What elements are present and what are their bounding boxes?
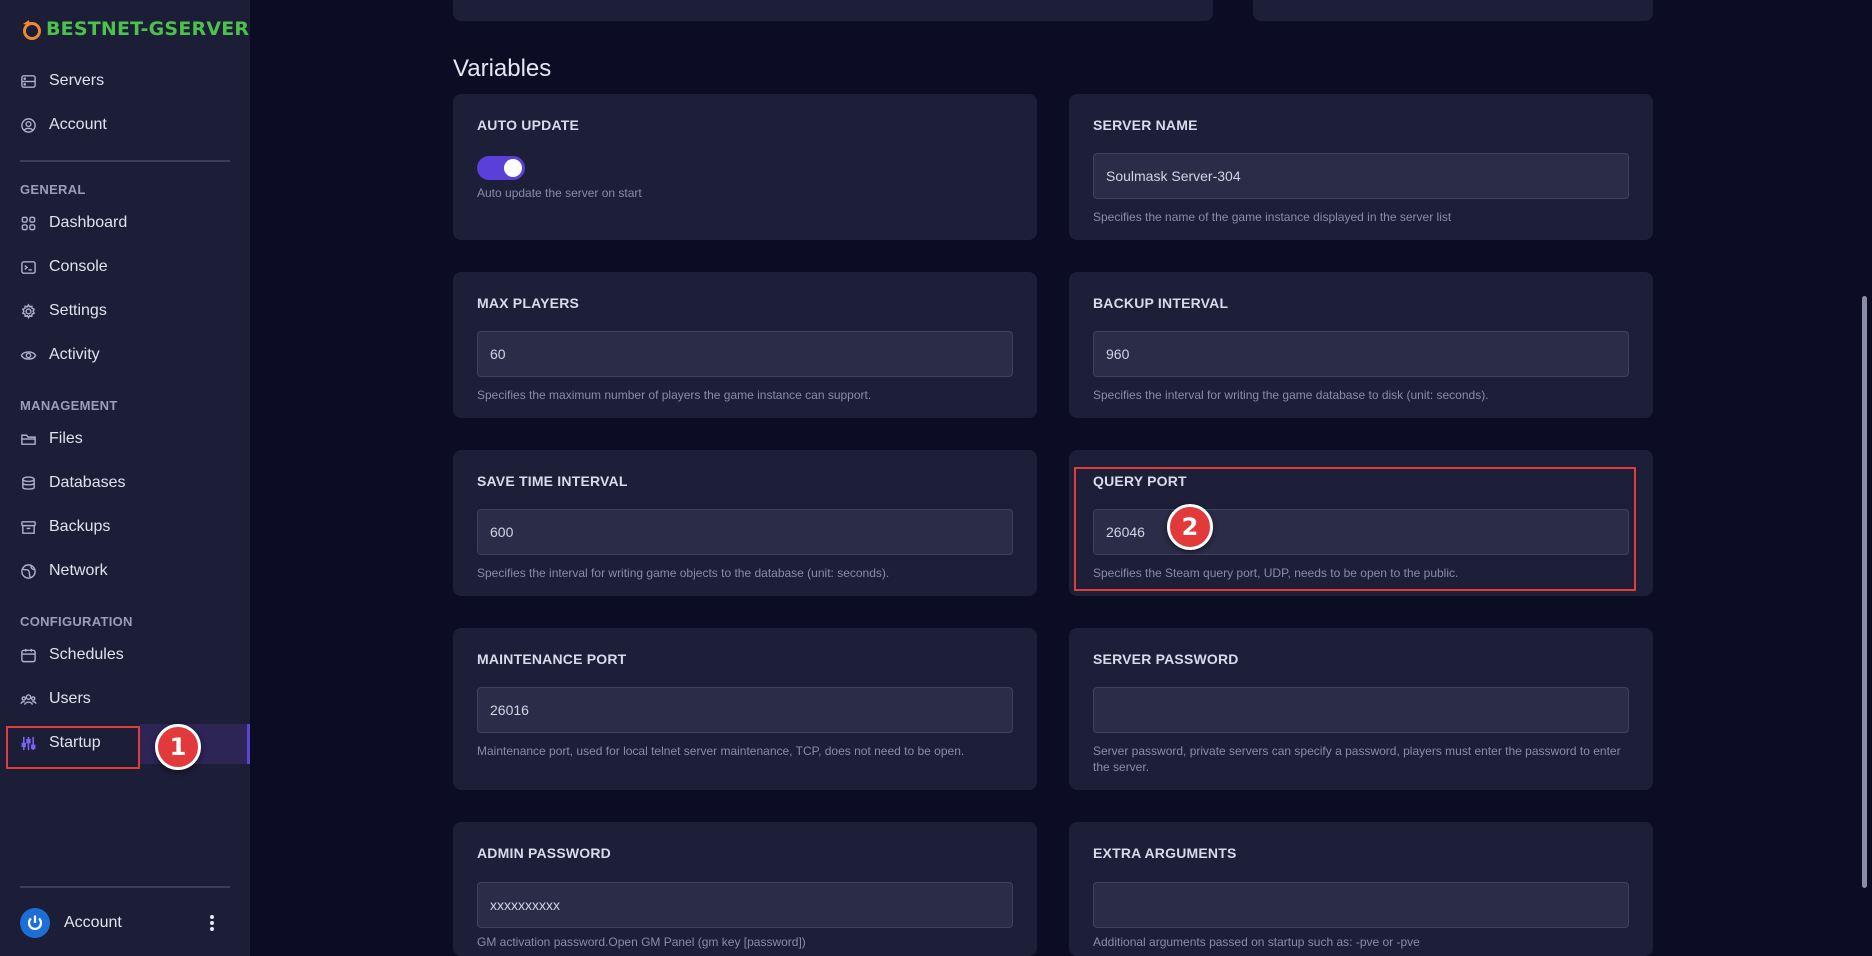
nav-label: Users [49,690,91,707]
card-description: Specifies the interval for writing game … [477,566,890,580]
card-title: ADMIN PASSWORD [477,845,611,861]
nav-activity[interactable]: Activity [20,340,100,370]
variable-card-auto-update: AUTO UPDATE Auto update the server on st… [453,94,1037,240]
backup-interval-field[interactable]: 960 [1093,331,1629,377]
users-icon [20,691,37,708]
nav-label: Files [49,430,83,447]
previous-card [453,0,1213,21]
eye-icon [20,347,37,364]
nav-backups[interactable]: Backups [20,512,110,542]
nav-label: Backups [49,518,111,535]
avatar [20,908,50,938]
grid-icon [20,215,37,232]
scrollbar-thumb[interactable] [1862,296,1867,888]
nav-databases[interactable]: Databases [20,468,126,498]
maintenance-port-field[interactable]: 26016 [477,687,1013,733]
extra-arguments-field[interactable] [1093,882,1629,928]
card-description: Auto update the server on start [477,186,642,200]
logo-icon [23,20,41,40]
power-logo-icon [27,915,43,930]
nav-label: Activity [49,346,100,363]
nav-label: Network [49,562,108,579]
card-title: MAINTENANCE PORT [477,651,627,667]
card-title: SERVER PASSWORD [1093,651,1239,667]
card-title: SERVER NAME [1093,117,1198,133]
card-description: Specifies the name of the game instance … [1093,210,1452,224]
nav-users[interactable]: Users [20,684,91,714]
section-management: MANAGEMENT [20,398,118,413]
variable-card-save-time-interval: SAVE TIME INTERVAL 600 Specifies the int… [453,450,1037,596]
globe-icon [20,563,37,580]
nav-label: Console [49,258,108,275]
archive-icon [20,519,37,536]
variable-card-backup-interval: BACKUP INTERVAL 960 Specifies the interv… [1069,272,1653,418]
nav-network[interactable]: Network [20,556,108,586]
section-configuration: CONFIGURATION [20,614,133,629]
variable-card-server-name: SERVER NAME Soulmask Server-304 Specifie… [1069,94,1653,240]
variable-card-maintenance-port: MAINTENANCE PORT 26016 Maintenance port,… [453,628,1037,790]
max-players-field[interactable]: 60 [477,331,1013,377]
nav-label: Databases [49,474,126,491]
card-title: MAX PLAYERS [477,295,580,311]
highlight-box-query-port [1074,467,1636,591]
card-description: Additional arguments passed on startup s… [1093,935,1420,949]
card-title: EXTRA ARGUMENTS [1093,845,1237,861]
brand-logo[interactable]: BESTNET-GSERVER [20,18,249,40]
auto-update-toggle[interactable] [477,156,525,180]
callout-badge-2: 2 [1167,504,1213,550]
page-title: Variables [453,55,552,82]
nav-account[interactable]: Account [20,110,107,140]
more-vertical-icon[interactable] [206,912,218,934]
nav-label: Account [49,116,107,133]
calendar-icon [20,647,37,664]
brand-name: BESTNET-GSERVER [46,18,250,40]
previous-card [1253,0,1653,21]
card-description: Server password, private servers can spe… [1093,744,1621,774]
nav-settings[interactable]: Settings [20,296,107,326]
card-description: Maintenance port, used for local telnet … [477,744,965,758]
toggle-knob [504,159,522,177]
nav-label: Servers [49,72,105,89]
account-label: Account [64,914,122,931]
gear-icon [20,303,37,320]
database-icon [20,475,37,492]
section-general: GENERAL [20,182,86,197]
nav-dashboard[interactable]: Dashboard [20,208,127,238]
terminal-icon [20,259,37,276]
variable-card-admin-password: ADMIN PASSWORD xxxxxxxxxx GM activation … [453,822,1037,956]
account-menu[interactable]: Account [20,908,122,938]
nav-console[interactable]: Console [20,252,108,282]
admin-password-field[interactable]: xxxxxxxxxx [477,882,1013,928]
server-name-field[interactable]: Soulmask Server-304 [1093,153,1629,199]
nav-label: Settings [49,302,107,319]
card-title: AUTO UPDATE [477,117,580,133]
sidebar-divider [20,160,230,162]
card-description: Specifies the maximum number of players … [477,388,872,402]
variable-card-extra-arguments: EXTRA ARGUMENTS Additional arguments pas… [1069,822,1653,956]
nav-servers[interactable]: Servers [20,66,104,96]
server-icon [20,73,37,90]
nav-label: Dashboard [49,214,128,231]
save-time-interval-field[interactable]: 600 [477,509,1013,555]
highlight-box-startup [6,726,140,769]
card-description: Specifies the interval for writing the g… [1093,388,1489,402]
nav-files[interactable]: Files [20,424,83,454]
callout-badge-1: 1 [155,724,201,770]
nav-label: Schedules [49,646,124,663]
user-circle-icon [20,117,37,134]
card-title: SAVE TIME INTERVAL [477,473,628,489]
card-title: BACKUP INTERVAL [1093,295,1229,311]
folder-icon [20,431,37,448]
card-description: GM activation password.Open GM Panel (gm… [477,935,806,949]
variable-card-max-players: MAX PLAYERS 60 Specifies the maximum num… [453,272,1037,418]
server-password-field[interactable] [1093,687,1629,733]
sidebar-divider-bottom [20,886,230,888]
variable-card-server-password: SERVER PASSWORD Server password, private… [1069,628,1653,790]
nav-schedules[interactable]: Schedules [20,640,124,670]
sidebar: BESTNET-GSERVER Servers Account GENERAL … [0,0,250,956]
